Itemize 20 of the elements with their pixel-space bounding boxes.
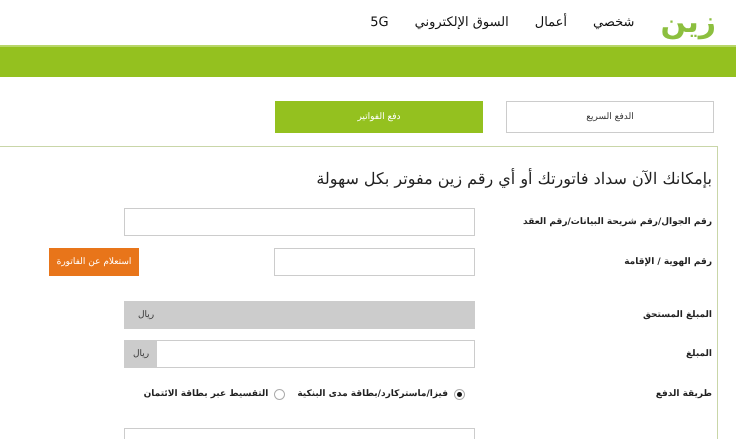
field-label: طريقة الدفع bbox=[654, 389, 712, 399]
nav-link[interactable]: السوق الإلكتروني bbox=[414, 15, 509, 30]
payment-option[interactable]: التقسيط عبر بطاقة الائتمان bbox=[144, 388, 286, 400]
currency-label: ريال bbox=[125, 341, 157, 367]
field-label: رقم الجوال/رقم شريحة البيانات/رقم العقد bbox=[522, 217, 712, 227]
radio-button[interactable] bbox=[274, 388, 286, 400]
tab[interactable]: الدفع السريع bbox=[506, 101, 714, 133]
field-label: رقم الهوية / الإقامة bbox=[623, 257, 712, 267]
amount-field[interactable]: ريال bbox=[124, 340, 475, 368]
currency-label: ريال bbox=[138, 310, 154, 320]
input-field[interactable] bbox=[124, 208, 475, 236]
nav-link[interactable]: أعمال bbox=[534, 15, 568, 30]
field-label: المبلغ bbox=[685, 349, 712, 359]
nav-link[interactable]: 5G bbox=[370, 15, 389, 30]
field-label: المبلغ المستحق bbox=[642, 310, 712, 320]
input-field[interactable] bbox=[274, 248, 475, 276]
radio-button[interactable] bbox=[454, 388, 465, 400]
payment-option[interactable]: فيزا/ماستركارد/بطاقة مدى البنكية bbox=[297, 388, 465, 400]
form-title: بإمكانك الآن سداد فاتورتك أو أي رقم زين مفوتر بكل سهولة bbox=[315, 169, 712, 188]
nav-link[interactable]: شخصي bbox=[593, 15, 634, 30]
